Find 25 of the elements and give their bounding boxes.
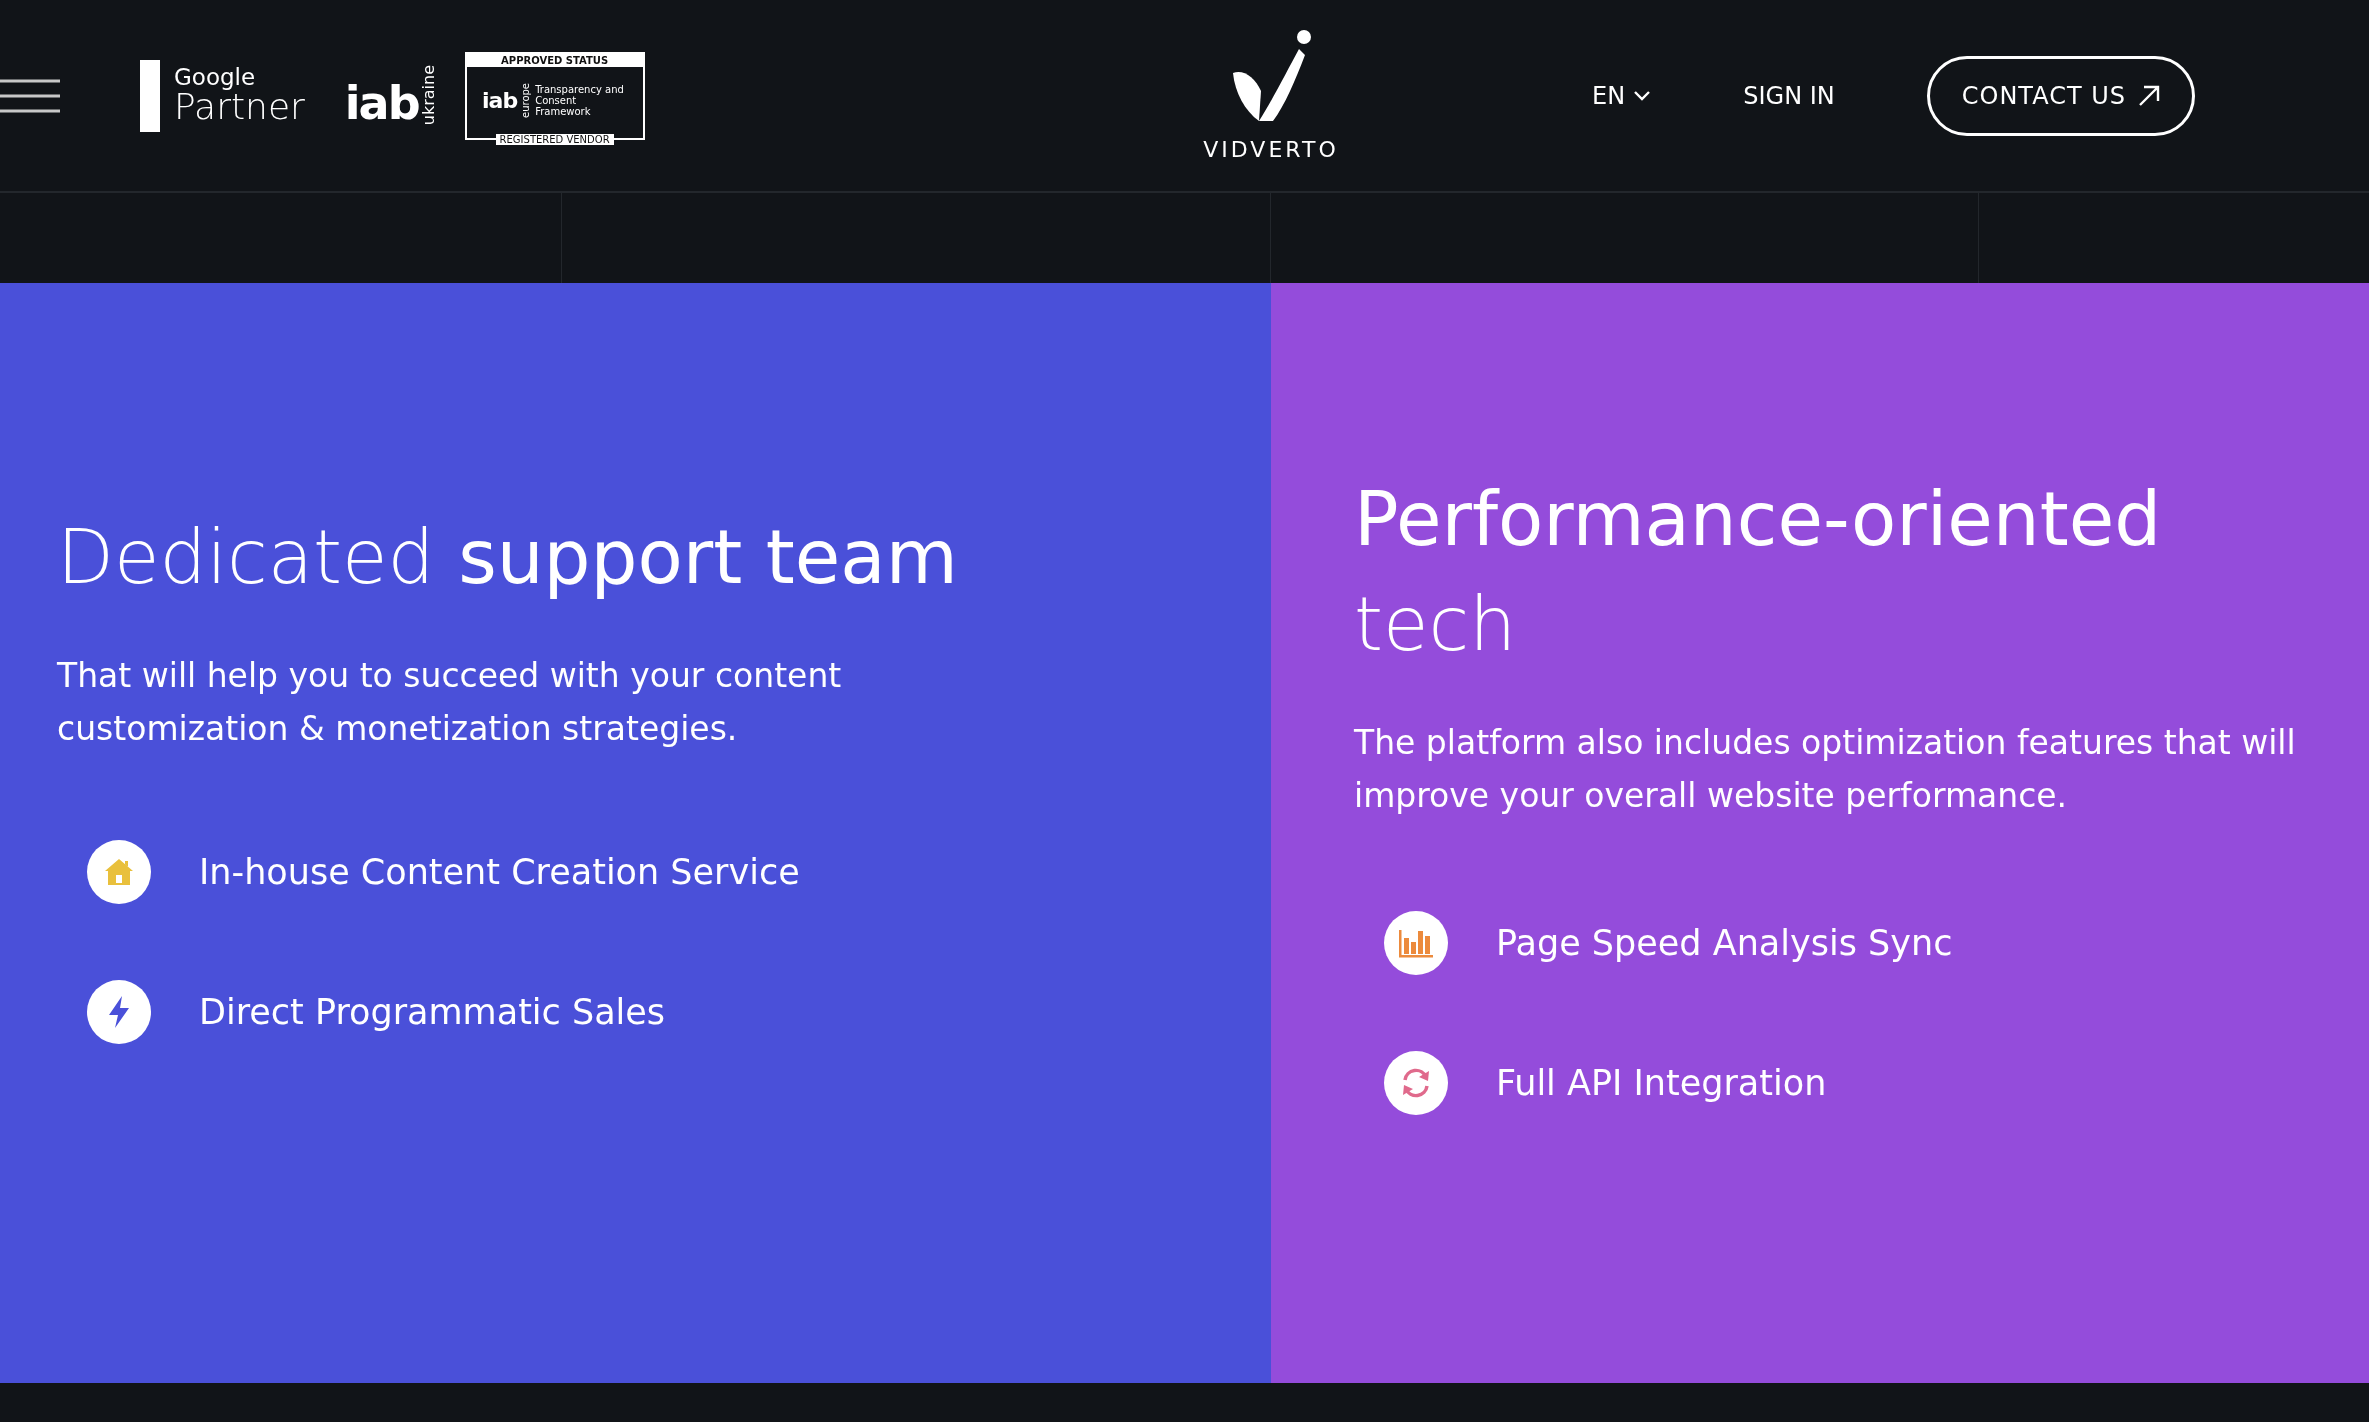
panel-text: The platform also includes optimization features that will improve your overall website performance. [1354, 722, 2297, 817]
feature-label: Full API Integration [1496, 1062, 1827, 1103]
badge-status: APPROVED STATUS [466, 53, 643, 67]
badge-text: Transparency and Consent Framework [535, 83, 625, 117]
iab-region-text: europe [521, 82, 532, 118]
logo-name: VIDVERTO [1203, 137, 1339, 162]
chevron-down-icon [1633, 89, 1652, 102]
menu-icon[interactable] [0, 77, 60, 114]
arrow-up-right-icon [2138, 84, 2160, 107]
partner-brand: Google [174, 66, 257, 89]
partner-label: Partner [174, 89, 305, 125]
language-selector[interactable]: EN [1592, 81, 1652, 110]
panel-text: That will help you to succeed with your content customization & monetization strategies. [57, 655, 843, 750]
badge-vendor: REGISTERED VENDOR [495, 133, 614, 145]
iab-region-text: ukraine [420, 65, 437, 126]
contact-button[interactable]: CONTACT US [1926, 55, 2195, 136]
feature-label: Page Speed Analysis Sync [1496, 922, 1953, 963]
iab-logo-text: iab [482, 87, 518, 113]
panel-title: Performance-oriented tech [1354, 475, 2163, 670]
panel-title: Dedicated support team [57, 513, 959, 602]
feature-label: Direct Programmatic Sales [199, 991, 666, 1032]
iab-logo-text: iab [344, 79, 419, 126]
sign-in-link[interactable]: SIGN IN [1743, 81, 1835, 110]
feature-label: In-house Content Creation Service [199, 851, 800, 892]
partner-bar-icon [140, 59, 160, 132]
